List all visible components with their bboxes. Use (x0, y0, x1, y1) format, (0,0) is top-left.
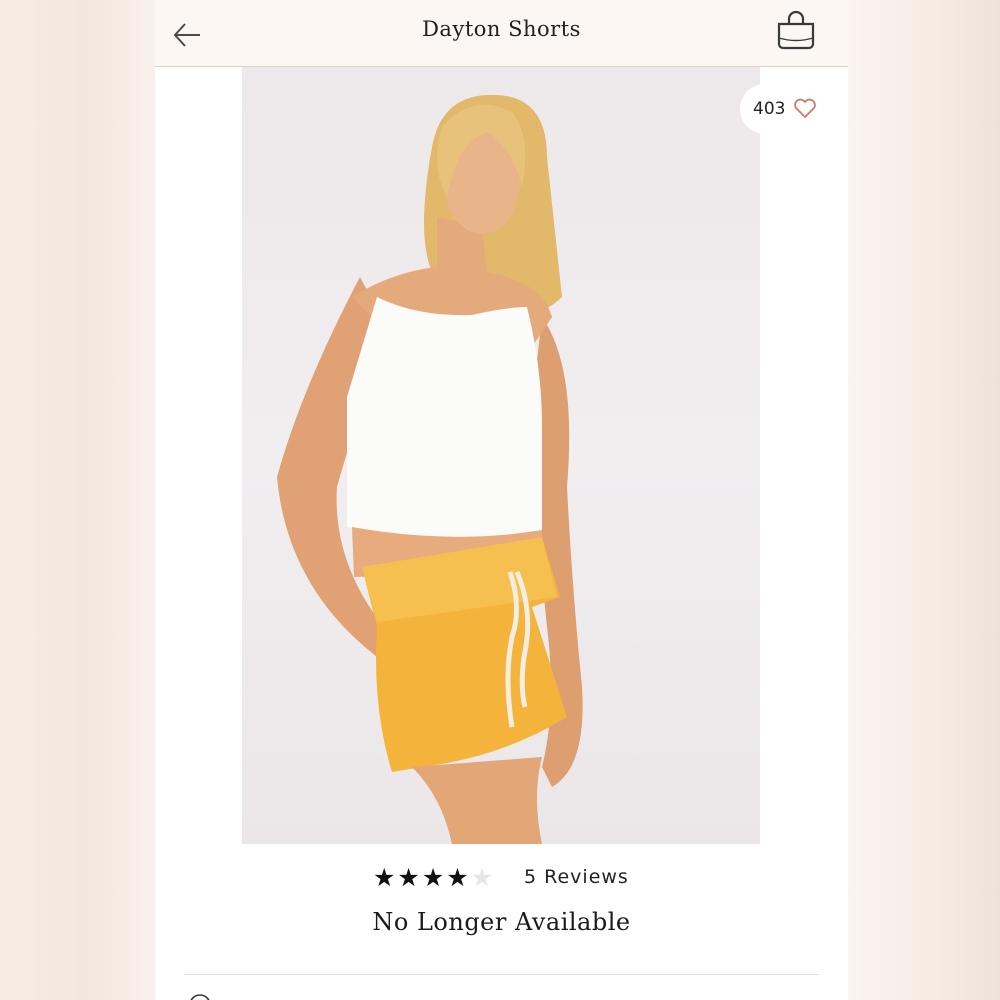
background-blur-left (0, 0, 155, 1000)
reviews-link[interactable]: 5 Reviews (524, 866, 629, 888)
product-image[interactable] (242, 67, 760, 844)
heart-outline-icon (794, 98, 816, 118)
page-title: Dayton Shorts (422, 17, 581, 41)
availability-status: No Longer Available (372, 908, 631, 936)
model-illustration (277, 94, 583, 844)
star-empty-icon: ★ (470, 863, 496, 892)
star-filled-icon: ★ (373, 863, 398, 892)
top-bar: Dayton Shorts (155, 0, 848, 67)
shopping-bag-button[interactable] (774, 10, 818, 52)
product-screen: Dayton Shorts 403 ★★★★★ 5 Reviews No Lon… (155, 0, 848, 1000)
background-blur-right (848, 0, 1000, 1000)
star-filled-icon: ★ (421, 863, 447, 892)
star-rating: ★★★★★ (373, 863, 495, 892)
divider (184, 974, 819, 975)
rating-row[interactable]: ★★★★★ 5 Reviews (155, 862, 848, 892)
star-filled-icon: ★ (397, 863, 422, 892)
shopping-bag-icon (777, 10, 815, 50)
favorite-button[interactable] (793, 97, 817, 119)
info-icon (190, 994, 210, 1000)
likes-badge: 403 (740, 84, 848, 134)
likes-count: 403 (753, 99, 786, 119)
star-filled-icon: ★ (446, 863, 471, 892)
